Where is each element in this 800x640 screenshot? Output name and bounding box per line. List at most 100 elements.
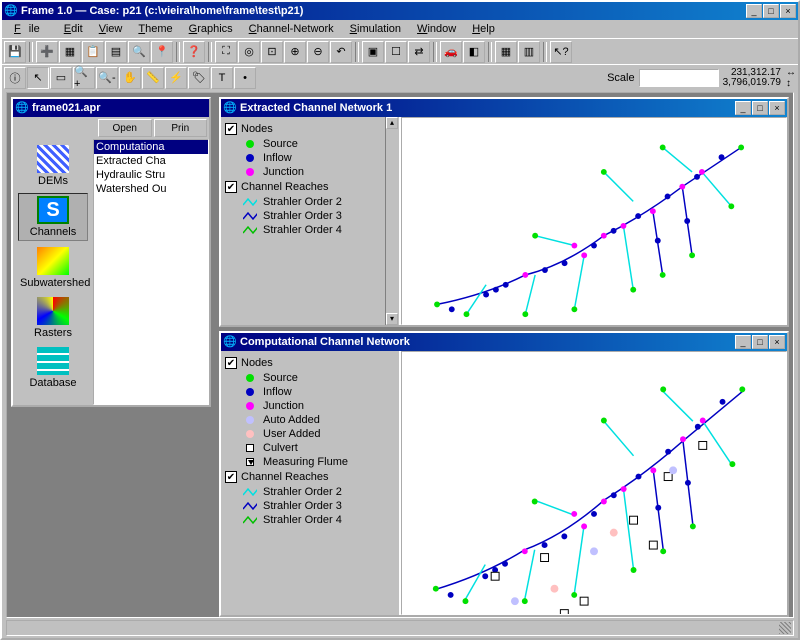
- zoom-in-fixed-icon[interactable]: ⊕: [284, 41, 306, 63]
- legend-item[interactable]: Junction: [225, 165, 395, 179]
- close-button[interactable]: ×: [769, 101, 785, 115]
- menu-graphics[interactable]: Graphics: [181, 22, 241, 36]
- computational-network-window[interactable]: 🌐 Computational Channel Network _□× ✔Nod…: [219, 331, 789, 617]
- layout-icon[interactable]: ▥: [518, 41, 540, 63]
- legend-item[interactable]: Culvert: [225, 441, 395, 455]
- tab-database[interactable]: Database: [18, 345, 88, 391]
- scroll-down-icon[interactable]: ▾: [386, 313, 398, 325]
- open-table-icon[interactable]: ▤: [105, 41, 127, 63]
- minimize-button[interactable]: _: [735, 335, 751, 349]
- switch-select-icon[interactable]: ⇄: [408, 41, 430, 63]
- win1-legend[interactable]: ✔Nodes SourceInflowJunction ✔Channel Rea…: [221, 117, 401, 325]
- win2-legend[interactable]: ✔Nodes SourceInflowJunctionAuto AddedUse…: [221, 351, 401, 615]
- edit-legend-icon[interactable]: 📋: [82, 41, 104, 63]
- list-item[interactable]: Extracted Cha: [94, 154, 208, 168]
- win1-canvas[interactable]: [401, 117, 787, 325]
- list-item[interactable]: Hydraulic Stru: [94, 168, 208, 182]
- legend-item[interactable]: Source: [225, 137, 395, 151]
- save-icon[interactable]: 💾: [4, 41, 26, 63]
- tab-rasters[interactable]: Rasters: [18, 295, 88, 341]
- draw-point-icon[interactable]: •: [234, 67, 256, 89]
- legend-label: Inflow: [263, 152, 292, 164]
- menu-theme[interactable]: Theme: [130, 22, 180, 36]
- legend-header-nodes[interactable]: ✔Nodes: [225, 355, 395, 371]
- legend-item[interactable]: Inflow: [225, 385, 395, 399]
- menu-window[interactable]: Window: [409, 22, 464, 36]
- menu-simulation[interactable]: Simulation: [342, 22, 409, 36]
- legend-item[interactable]: Strahler Order 3: [225, 499, 395, 513]
- scroll-up-icon[interactable]: ▴: [386, 117, 398, 129]
- zoom-full-icon[interactable]: ⛶: [215, 41, 237, 63]
- info-icon[interactable]: ⓘ: [4, 67, 26, 89]
- add-theme-icon[interactable]: ➕: [36, 41, 58, 63]
- legend-item[interactable]: Strahler Order 4: [225, 223, 395, 237]
- tab-dems[interactable]: DEMs: [18, 143, 88, 189]
- text-icon[interactable]: T: [211, 67, 233, 89]
- grid-icon[interactable]: ▦: [495, 41, 517, 63]
- legend-item[interactable]: Strahler Order 4: [225, 513, 395, 527]
- legend-item[interactable]: Strahler Order 2: [225, 485, 395, 499]
- tab-channels[interactable]: SChannels: [18, 193, 88, 241]
- project-window[interactable]: 🌐 frame021.apr Open Prin DEMs SChannels …: [11, 97, 211, 407]
- tool-unk-icon[interactable]: ◧: [463, 41, 485, 63]
- legend-item[interactable]: Strahler Order 3: [225, 209, 395, 223]
- tab-subwatershed[interactable]: Subwatershed: [18, 245, 88, 291]
- query-icon[interactable]: ❓: [183, 41, 205, 63]
- zoom-selected-icon[interactable]: ⊡: [261, 41, 283, 63]
- zoom-out-icon[interactable]: 🔍-: [96, 67, 118, 89]
- legend-item[interactable]: Strahler Order 2: [225, 195, 395, 209]
- legend-item[interactable]: Measuring Flume: [225, 455, 395, 469]
- legend-item[interactable]: Junction: [225, 399, 395, 413]
- legend-header-nodes[interactable]: ✔Nodes: [225, 121, 395, 137]
- zoom-out-fixed-icon[interactable]: ⊖: [307, 41, 329, 63]
- project-list[interactable]: Computationa Extracted Cha Hydraulic Str…: [93, 139, 209, 405]
- legend-item[interactable]: User Added: [225, 427, 395, 441]
- open-button[interactable]: Open: [98, 119, 152, 137]
- menu-view[interactable]: View: [91, 22, 131, 36]
- legend-header-reaches[interactable]: ✔Channel Reaches: [225, 469, 395, 485]
- legend-item[interactable]: Inflow: [225, 151, 395, 165]
- win1-titlebar[interactable]: 🌐 Extracted Channel Network 1 _□×: [221, 99, 787, 117]
- menu-edit[interactable]: Edit: [56, 22, 91, 36]
- resize-grip-icon[interactable]: [779, 622, 791, 634]
- select-all-icon[interactable]: ▣: [362, 41, 384, 63]
- select-none-icon[interactable]: ☐: [385, 41, 407, 63]
- menu-help[interactable]: Help: [464, 22, 503, 36]
- label-icon[interactable]: 🏷: [188, 67, 210, 89]
- maximize-button[interactable]: □: [752, 101, 768, 115]
- menu-file[interactable]: File: [6, 22, 56, 36]
- menu-channel-network[interactable]: Channel-Network: [241, 22, 342, 36]
- legend-scrollbar[interactable]: ▴ ▾: [385, 117, 399, 325]
- project-titlebar[interactable]: 🌐 frame021.apr: [13, 99, 209, 117]
- zoom-in-icon[interactable]: 🔍+: [73, 67, 95, 89]
- maximize-button[interactable]: □: [752, 335, 768, 349]
- car-icon[interactable]: 🚗: [440, 41, 462, 63]
- main-titlebar[interactable]: 🌐 Frame 1.0 — Case: p21 (c:\vieira\home\…: [2, 2, 798, 20]
- pan-icon[interactable]: ✋: [119, 67, 141, 89]
- extracted-network-window[interactable]: 🌐 Extracted Channel Network 1 _□× ✔Nodes…: [219, 97, 789, 327]
- pointer-icon[interactable]: ↖: [27, 67, 49, 89]
- maximize-button[interactable]: □: [763, 4, 779, 18]
- win2-canvas[interactable]: [401, 351, 787, 615]
- zoom-active-icon[interactable]: ◎: [238, 41, 260, 63]
- find-icon[interactable]: 🔍: [128, 41, 150, 63]
- list-item[interactable]: Watershed Ou: [94, 182, 208, 196]
- print-button[interactable]: Prin: [154, 119, 208, 137]
- scale-input[interactable]: [639, 69, 719, 87]
- hotlink-icon[interactable]: ⚡: [165, 67, 187, 89]
- help-pointer-icon[interactable]: ↖?: [550, 41, 572, 63]
- zoom-prev-icon[interactable]: ↶: [330, 41, 352, 63]
- win2-titlebar[interactable]: 🌐 Computational Channel Network _□×: [221, 333, 787, 351]
- locate-icon[interactable]: 📍: [151, 41, 173, 63]
- legend-header-reaches[interactable]: ✔Channel Reaches: [225, 179, 395, 195]
- select-rect-icon[interactable]: ▭: [50, 67, 72, 89]
- minimize-button[interactable]: _: [735, 101, 751, 115]
- legend-item[interactable]: Auto Added: [225, 413, 395, 427]
- close-button[interactable]: ×: [780, 4, 796, 18]
- close-button[interactable]: ×: [769, 335, 785, 349]
- legend-item[interactable]: Source: [225, 371, 395, 385]
- list-item[interactable]: Computationa: [94, 140, 208, 154]
- theme-props-icon[interactable]: ▦: [59, 41, 81, 63]
- minimize-button[interactable]: _: [746, 4, 762, 18]
- measure-icon[interactable]: 📏: [142, 67, 164, 89]
